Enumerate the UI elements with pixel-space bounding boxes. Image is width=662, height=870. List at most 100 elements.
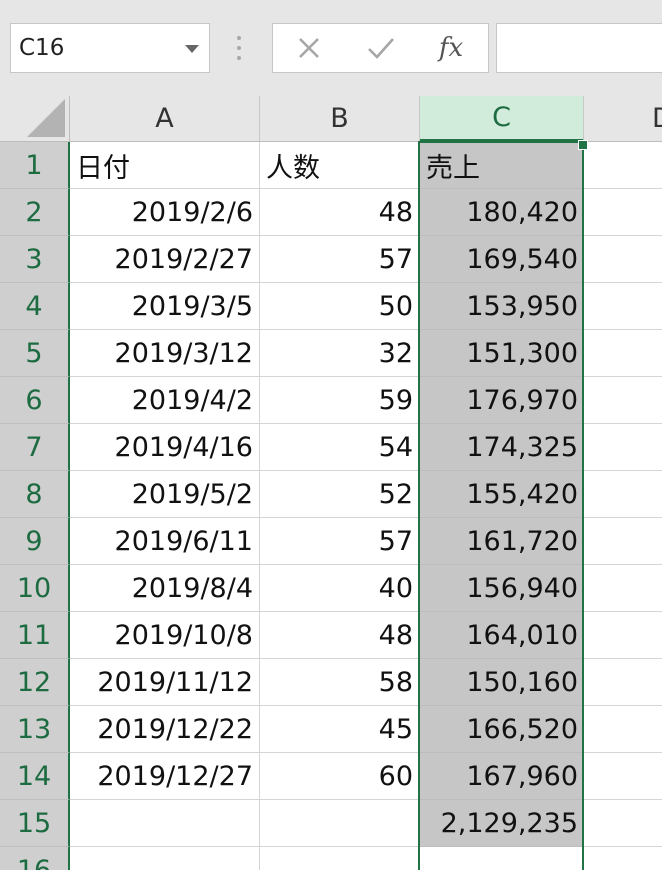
cell-a-5[interactable]: 2019/3/12 bbox=[70, 330, 260, 377]
cell-b-3[interactable]: 57 bbox=[260, 236, 420, 283]
cell-c-9[interactable]: 161,720 bbox=[420, 518, 584, 565]
cell-b-10[interactable]: 40 bbox=[260, 565, 420, 612]
cell-a-6[interactable]: 2019/4/2 bbox=[70, 377, 260, 424]
fx-icon: fx bbox=[438, 33, 464, 63]
cell-d-11[interactable] bbox=[584, 612, 662, 659]
formula-buttons: fx bbox=[272, 23, 489, 73]
formula-input[interactable] bbox=[496, 23, 662, 73]
cell-a-7[interactable]: 2019/4/16 bbox=[70, 424, 260, 471]
cancel-button[interactable] bbox=[279, 24, 339, 72]
cell-a-13[interactable]: 2019/12/22 bbox=[70, 706, 260, 753]
fill-handle[interactable] bbox=[578, 140, 588, 150]
cell-c-16[interactable] bbox=[420, 847, 584, 870]
cell-c-8[interactable]: 155,420 bbox=[420, 471, 584, 518]
row-header[interactable]: 8 bbox=[0, 471, 70, 518]
cell-d-1[interactable] bbox=[584, 142, 662, 189]
cell-b-15[interactable] bbox=[260, 800, 420, 847]
column-header-b[interactable]: B bbox=[260, 96, 420, 142]
row-header[interactable]: 12 bbox=[0, 659, 70, 706]
row-header[interactable]: 5 bbox=[0, 330, 70, 377]
row-header[interactable]: 6 bbox=[0, 377, 70, 424]
cell-c-4[interactable]: 153,950 bbox=[420, 283, 584, 330]
cell-c-3[interactable]: 169,540 bbox=[420, 236, 584, 283]
column-header-a[interactable]: A bbox=[70, 96, 260, 142]
row-header[interactable]: 9 bbox=[0, 518, 70, 565]
cell-d-10[interactable] bbox=[584, 565, 662, 612]
cell-c-11[interactable]: 164,010 bbox=[420, 612, 584, 659]
cell-a-10[interactable]: 2019/8/4 bbox=[70, 565, 260, 612]
cell-b-4[interactable]: 50 bbox=[260, 283, 420, 330]
cell-b-13[interactable]: 45 bbox=[260, 706, 420, 753]
cell-d-3[interactable] bbox=[584, 236, 662, 283]
drag-handle-icon[interactable] bbox=[236, 36, 242, 62]
row-header[interactable]: 4 bbox=[0, 283, 70, 330]
row-header[interactable]: 2 bbox=[0, 189, 70, 236]
cell-d-6[interactable] bbox=[584, 377, 662, 424]
cell-d-16[interactable] bbox=[584, 847, 662, 870]
cell-c-1[interactable]: 売上 bbox=[420, 142, 584, 189]
row-header[interactable]: 10 bbox=[0, 565, 70, 612]
cell-b-9[interactable]: 57 bbox=[260, 518, 420, 565]
cell-a-9[interactable]: 2019/6/11 bbox=[70, 518, 260, 565]
cell-d-13[interactable] bbox=[584, 706, 662, 753]
cell-b-12[interactable]: 58 bbox=[260, 659, 420, 706]
cell-b-6[interactable]: 59 bbox=[260, 377, 420, 424]
cell-a-14[interactable]: 2019/12/27 bbox=[70, 753, 260, 800]
cell-b-8[interactable]: 52 bbox=[260, 471, 420, 518]
cell-a-15[interactable] bbox=[70, 800, 260, 847]
enter-button[interactable] bbox=[351, 24, 411, 72]
insert-function-button[interactable]: fx bbox=[421, 24, 481, 72]
column-header-d[interactable]: D bbox=[584, 96, 662, 142]
cell-c-7[interactable]: 174,325 bbox=[420, 424, 584, 471]
cell-b-1[interactable]: 人数 bbox=[260, 142, 420, 189]
cell-a-2[interactable]: 2019/2/6 bbox=[70, 189, 260, 236]
cell-d-5[interactable] bbox=[584, 330, 662, 377]
cell-a-12[interactable]: 2019/11/12 bbox=[70, 659, 260, 706]
cell-c-14[interactable]: 167,960 bbox=[420, 753, 584, 800]
name-box-value: C16 bbox=[19, 35, 65, 61]
cell-c-12[interactable]: 150,160 bbox=[420, 659, 584, 706]
column-header-c[interactable]: C bbox=[420, 96, 584, 142]
cell-c-13[interactable]: 166,520 bbox=[420, 706, 584, 753]
cell-a-3[interactable]: 2019/2/27 bbox=[70, 236, 260, 283]
cell-b-16[interactable] bbox=[260, 847, 420, 870]
formula-bar-area: C16 fx bbox=[0, 0, 662, 96]
cell-b-5[interactable]: 32 bbox=[260, 330, 420, 377]
cell-b-11[interactable]: 48 bbox=[260, 612, 420, 659]
cell-a-4[interactable]: 2019/3/5 bbox=[70, 283, 260, 330]
cell-c-10[interactable]: 156,940 bbox=[420, 565, 584, 612]
cell-d-7[interactable] bbox=[584, 424, 662, 471]
cell-a-11[interactable]: 2019/10/8 bbox=[70, 612, 260, 659]
row-header[interactable]: 7 bbox=[0, 424, 70, 471]
cell-b-7[interactable]: 54 bbox=[260, 424, 420, 471]
cell-d-9[interactable] bbox=[584, 518, 662, 565]
cell-b-2[interactable]: 48 bbox=[260, 189, 420, 236]
name-box[interactable]: C16 bbox=[10, 23, 210, 73]
row-header[interactable]: 16 bbox=[0, 847, 70, 870]
cell-d-8[interactable] bbox=[584, 471, 662, 518]
check-icon bbox=[368, 38, 394, 59]
row-header[interactable]: 15 bbox=[0, 800, 70, 847]
cell-c-5[interactable]: 151,300 bbox=[420, 330, 584, 377]
chevron-down-icon[interactable] bbox=[185, 45, 199, 53]
row-header[interactable]: 11 bbox=[0, 612, 70, 659]
cell-b-14[interactable]: 60 bbox=[260, 753, 420, 800]
row-header[interactable]: 3 bbox=[0, 236, 70, 283]
row-header[interactable]: 13 bbox=[0, 706, 70, 753]
cell-a-8[interactable]: 2019/5/2 bbox=[70, 471, 260, 518]
cell-a-1[interactable]: 日付 bbox=[70, 142, 260, 189]
select-all-button[interactable] bbox=[0, 96, 70, 142]
cell-d-12[interactable] bbox=[584, 659, 662, 706]
row-header[interactable]: 1 bbox=[0, 142, 70, 189]
cell-d-15[interactable] bbox=[584, 800, 662, 847]
spreadsheet-grid: A B C D 1日付人数売上22019/2/648180,42032019/2… bbox=[0, 96, 662, 870]
cell-a-16[interactable] bbox=[70, 847, 260, 870]
cell-c-6[interactable]: 176,970 bbox=[420, 377, 584, 424]
cell-d-2[interactable] bbox=[584, 189, 662, 236]
close-icon bbox=[299, 38, 319, 58]
cell-d-4[interactable] bbox=[584, 283, 662, 330]
row-header[interactable]: 14 bbox=[0, 753, 70, 800]
cell-c-15[interactable]: 2,129,235 bbox=[420, 800, 584, 847]
cell-d-14[interactable] bbox=[584, 753, 662, 800]
cell-c-2[interactable]: 180,420 bbox=[420, 189, 584, 236]
